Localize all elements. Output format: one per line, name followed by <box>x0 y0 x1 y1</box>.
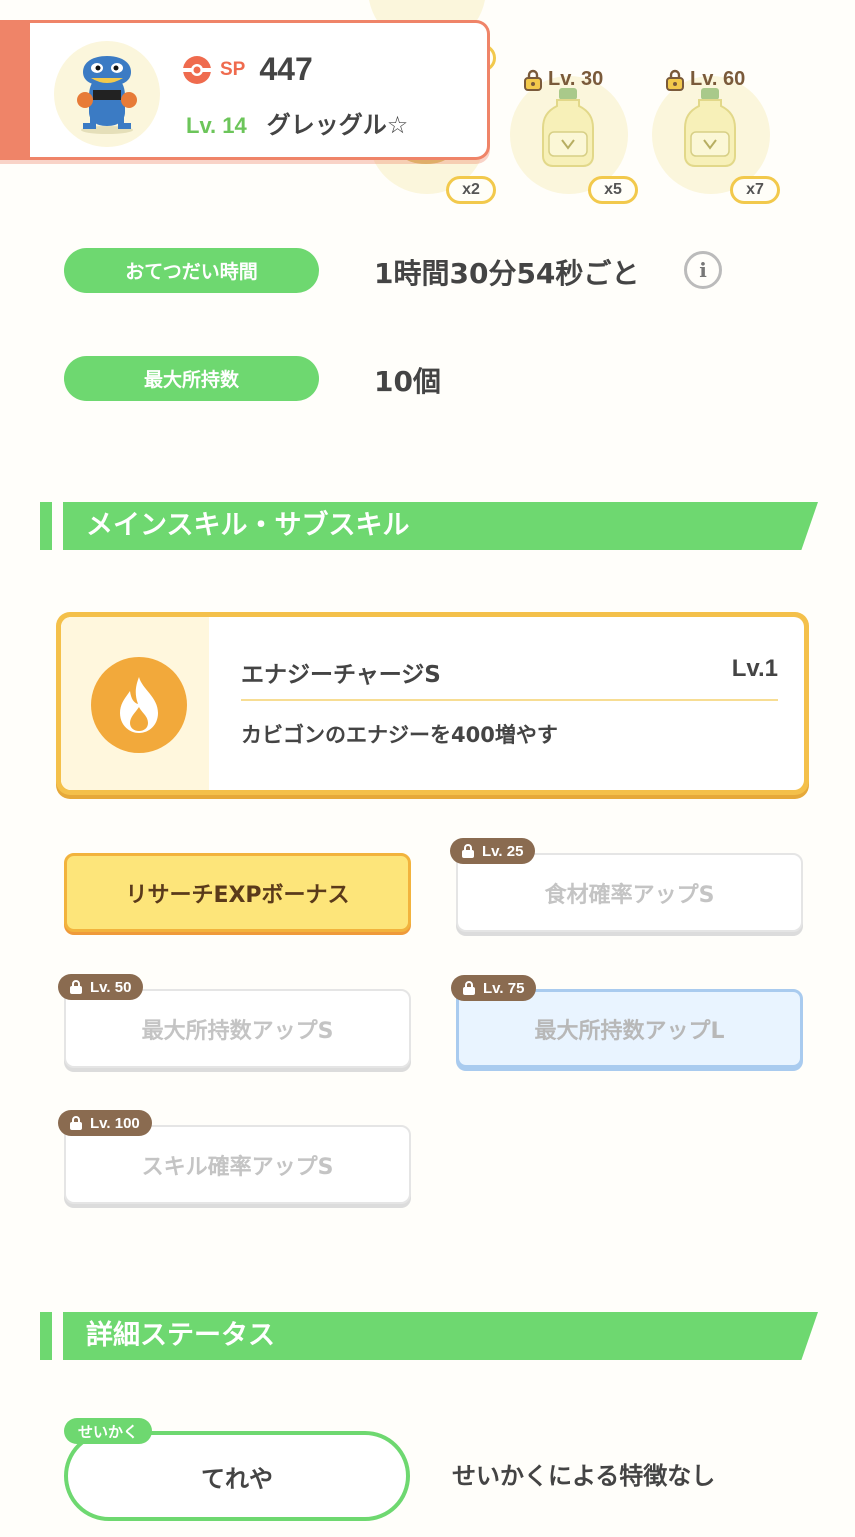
section-mark <box>40 1312 52 1360</box>
ingredient-slot-2[interactable]: Lv. 30 x5 <box>510 68 638 204</box>
pokemon-avatar <box>54 41 160 147</box>
unlock-level: Lv. 75 <box>483 979 525 997</box>
pokeball-icon <box>183 55 211 84</box>
sub-skill-name: 最大所持数アップL <box>534 1018 725 1044</box>
unlock-level: Lv. 25 <box>482 842 524 860</box>
ingredient-quantity-badge: x2 <box>446 176 496 204</box>
card-accent-stripe <box>0 20 30 160</box>
main-skill-card[interactable]: エナジーチャージS Lv.1 カビゴンのエナジーを400増やす <box>56 612 809 795</box>
level-name-row: Lv. 14 グレッグル☆ <box>186 105 408 140</box>
unlock-level: Lv. 50 <box>90 978 132 996</box>
max-carry-value: 10個 <box>374 365 441 398</box>
pokemon-level: Lv. 14 <box>186 113 247 138</box>
divider <box>241 699 778 701</box>
sub-skill-4[interactable]: Lv. 75 最大所持数アップL <box>451 975 803 1068</box>
sub-skill-5[interactable]: Lv. 100 スキル確率アップS <box>58 1110 411 1204</box>
sub-skill-name: スキル確率アップS <box>141 1154 334 1180</box>
max-carry-label: 最大所持数 <box>64 356 319 401</box>
lock-icon <box>70 1116 82 1130</box>
section-title: 詳細ステータス <box>86 1320 275 1351</box>
nature-button[interactable]: てれや <box>64 1431 410 1521</box>
nature-effect: せいかくによる特徴なし <box>452 1462 716 1490</box>
info-icon[interactable]: i <box>684 251 722 289</box>
help-time-value: 1時間30分54秒ごと <box>374 257 640 290</box>
sub-skill-lock-badge: Lv. 25 <box>450 838 536 864</box>
sp-label: SP <box>220 58 246 80</box>
sub-skill-lock-badge: Lv. 75 <box>451 975 537 1001</box>
sp-value: 447 <box>259 51 313 87</box>
main-skill-description: カビゴンのエナジーを400増やす <box>241 723 558 747</box>
honey-bottle-icon <box>542 88 594 167</box>
ingredient-quantity-badge: x5 <box>588 176 638 204</box>
lock-icon <box>463 981 475 995</box>
unlock-level: Lv. 100 <box>90 1114 140 1132</box>
sub-skill-name: リサーチEXPボーナス <box>125 882 350 908</box>
help-time-label: おてつだい時間 <box>64 248 319 293</box>
sub-skill-name: 最大所持数アップS <box>141 1018 334 1044</box>
flame-icon <box>91 657 187 753</box>
pokemon-summary-card: SP 447 Lv. 14 グレッグル☆ <box>0 20 490 160</box>
nature-tag: せいかく <box>64 1418 153 1444</box>
croagunk-icon <box>77 56 137 134</box>
sub-skill-3[interactable]: Lv. 50 最大所持数アップS <box>58 974 411 1068</box>
section-mark <box>40 502 52 550</box>
ingredient-slot-3[interactable]: Lv. 60 x7 <box>652 68 780 204</box>
skills-section-header: メインスキル・サブスキル <box>40 502 818 550</box>
section-title: メインスキル・サブスキル <box>86 510 410 541</box>
pokemon-name: グレッグル☆ <box>266 111 409 139</box>
sub-skill-1[interactable]: リサーチEXPボーナス <box>64 853 411 932</box>
nature-value: てれや <box>201 1464 273 1493</box>
sub-skill-lock-badge: Lv. 50 <box>58 974 144 1000</box>
main-skill-name: エナジーチャージS <box>241 662 441 688</box>
sub-skill-2[interactable]: Lv. 25 食材確率アップS <box>450 838 803 932</box>
lock-icon <box>462 844 474 858</box>
sp-row: SP 447 <box>182 51 313 88</box>
lock-icon <box>70 980 82 994</box>
honey-bottle-icon <box>684 88 736 167</box>
sub-skill-lock-badge: Lv. 100 <box>58 1110 152 1136</box>
ingredient-quantity-badge: x7 <box>730 176 780 204</box>
main-skill-level: Lv.1 <box>731 655 778 682</box>
details-section-header: 詳細ステータス <box>40 1312 818 1360</box>
sub-skill-name: 食材確率アップS <box>544 882 715 908</box>
